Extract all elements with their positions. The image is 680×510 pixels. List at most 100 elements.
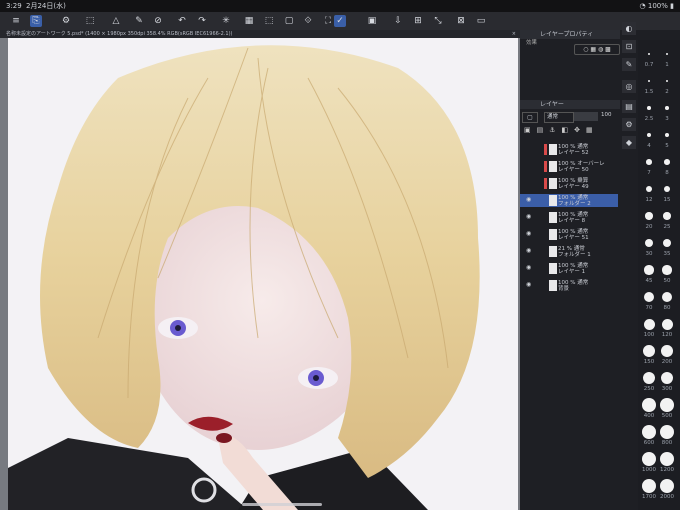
brush-size-label: 35 [663, 251, 671, 257]
brush-size-dot[interactable] [642, 479, 656, 493]
opacity-value: 100 [601, 112, 612, 118]
brush-size-dot[interactable] [665, 79, 669, 83]
brush-size-dot[interactable] [648, 53, 650, 55]
pen-icon[interactable]: ✎ [133, 15, 145, 27]
redo-icon[interactable]: ↷ [196, 15, 208, 27]
layer-row[interactable]: ◉ 100 % 通常 レイヤー 8 [520, 211, 618, 224]
layer-row[interactable]: 100 % オーバーレ レイヤー 50 [520, 160, 618, 173]
grid-icon[interactable]: ▦ [243, 15, 255, 27]
brush-size-dot[interactable] [643, 345, 655, 357]
palette-icon[interactable]: ◐ [622, 22, 636, 35]
brush-size-dot[interactable] [662, 265, 672, 275]
brush-size-dot[interactable] [645, 185, 653, 193]
brush-size-dot[interactable] [646, 132, 652, 138]
eye-icon[interactable]: ◉ [526, 282, 531, 288]
brush-size-dot[interactable] [663, 212, 671, 220]
eye-icon[interactable]: ◉ [526, 248, 531, 254]
expand-icon[interactable]: ⛶ [322, 15, 334, 27]
clear-icon[interactable]: ⊘ [152, 15, 164, 27]
brush-size-dot[interactable] [644, 238, 654, 248]
brush-size-dot[interactable] [663, 185, 671, 193]
brush-size-dot[interactable] [661, 291, 673, 303]
brush-size-dot[interactable] [642, 425, 656, 439]
fullscreen-icon[interactable]: ▭ [475, 15, 487, 27]
transform-icon[interactable]: ⬚ [84, 15, 96, 27]
window-icon[interactable]: ⊠ [455, 15, 467, 27]
fill-icon[interactable]: △ [110, 15, 122, 27]
settings-icon[interactable]: ⚙ [60, 15, 72, 27]
brush-size-dot[interactable] [660, 371, 674, 385]
material-icon[interactable]: ◆ [622, 136, 636, 149]
brush-size-dot[interactable] [645, 212, 653, 220]
blend-mode-select[interactable]: 通常 [544, 112, 574, 123]
brush-size-dot[interactable] [660, 398, 674, 412]
ruler-icon[interactable]: ⟐ [302, 15, 314, 27]
opacity-slider[interactable] [574, 112, 598, 121]
brush-size-dot[interactable] [666, 53, 668, 55]
layer-row[interactable]: ◉ 100 % 通常 レイヤー 1 [520, 262, 618, 275]
brush-size-label: 25 [663, 224, 671, 230]
layer-row[interactable]: ◉ 100 % 通常 背景 [520, 279, 618, 292]
brush-size-dot[interactable] [643, 291, 655, 303]
brush-size-dot[interactable] [661, 345, 673, 357]
brush-size-dot[interactable] [665, 106, 669, 110]
crop-icon[interactable]: ⬚ [263, 15, 275, 27]
sparkle-icon[interactable]: ✳ [220, 15, 232, 27]
layer-row[interactable]: 100 % 乗算 レイヤー 49 [520, 177, 618, 190]
brush-size-dot[interactable] [662, 238, 672, 248]
layer-row[interactable]: ◉ 100 % 通常 フォルダー 2 [520, 194, 618, 207]
brush-size-dot[interactable] [660, 479, 674, 493]
brush-size-dot[interactable] [646, 159, 652, 165]
eye-icon[interactable]: ◉ [526, 231, 531, 237]
brush-size-dot[interactable] [647, 79, 651, 83]
brush-size-dot[interactable] [642, 452, 656, 466]
subtool-icon[interactable]: ✎ [622, 58, 636, 71]
brush-size-dot[interactable] [664, 132, 670, 138]
eye-icon[interactable]: ◉ [526, 214, 531, 220]
history-icon[interactable]: ◎ [622, 80, 636, 93]
menu-icon[interactable]: ≡ [10, 15, 22, 27]
brush-size-dot[interactable] [642, 398, 656, 412]
brush-size-label: 12 [645, 197, 653, 203]
navigator-icon[interactable]: ⊡ [622, 40, 636, 53]
layer-label: 100 % 通常 レイヤー 51 [558, 229, 589, 241]
eye-icon[interactable]: ◉ [526, 265, 531, 271]
layer-row[interactable]: ◉ 21 % 通常 フォルダー 1 [520, 245, 618, 258]
brush-size-label: 15 [663, 197, 671, 203]
brush-size-label: 70 [645, 305, 653, 311]
brush-size-dot[interactable] [643, 318, 655, 330]
tool-select-icon[interactable]: ⎘ [30, 15, 42, 27]
layer-row[interactable]: ◉ 100 % 通常 レイヤー 51 [520, 228, 618, 241]
effect-label: 効果 [526, 40, 538, 46]
canvas-area[interactable] [0, 38, 520, 510]
brush-size-dot[interactable] [642, 371, 656, 385]
brush-size-dot[interactable] [644, 265, 654, 275]
document-tab[interactable]: 名称未設定のアートワーク 5.psd* (1400 × 1980px 350dp… [0, 30, 520, 38]
wifi-icon: ◔ [639, 2, 646, 10]
frame-icon[interactable]: ▢ [283, 15, 295, 27]
close-icon[interactable]: × [512, 30, 516, 38]
layer-property-title: レイヤープロパティ [540, 31, 594, 38]
layout-icon[interactable]: ▣ [366, 15, 378, 27]
layer-icon[interactable]: ▤ [622, 100, 636, 113]
artwork-canvas[interactable] [8, 38, 518, 510]
layer-row[interactable]: 100 % 通常 レイヤー 52 [520, 143, 618, 156]
undo-icon[interactable]: ↶ [176, 15, 188, 27]
layer-actions[interactable]: ▣▤⚓◧✥▦ [524, 126, 616, 136]
layer-panel-header[interactable]: レイヤー [520, 100, 620, 109]
brush-size-dot[interactable] [647, 106, 651, 110]
export-icon[interactable]: ⇩ [392, 15, 404, 27]
eye-icon[interactable]: ◉ [526, 197, 531, 203]
illustration [8, 38, 518, 510]
layer-type-icon[interactable]: ▢ [522, 112, 538, 123]
layer-name: フォルダー 1 [558, 252, 591, 258]
effect-buttons[interactable]: ○ ▦ ◍ ▩ [574, 44, 620, 55]
brush-size-dot[interactable] [661, 318, 673, 330]
resize-icon[interactable]: ⤡ [432, 15, 444, 27]
panel-icon[interactable]: ⊞ [412, 15, 424, 27]
brush-size-dot[interactable] [660, 425, 674, 439]
brush-settings-icon[interactable]: ⚙ [622, 118, 636, 131]
brush-size-dot[interactable] [660, 452, 674, 466]
check-tool-icon[interactable]: ✓ [334, 15, 346, 27]
brush-size-dot[interactable] [664, 159, 670, 165]
